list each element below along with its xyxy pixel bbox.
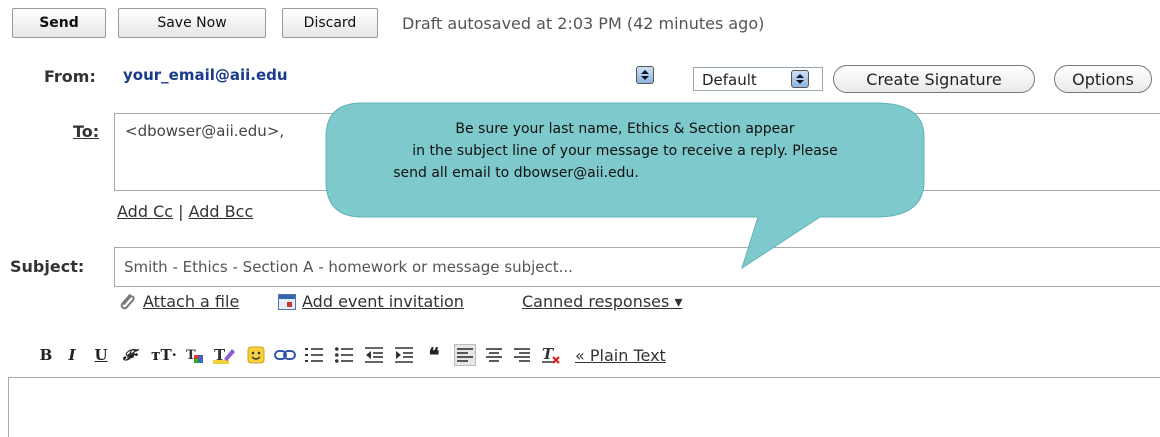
emoticon-icon[interactable] bbox=[246, 345, 266, 365]
cc-bcc-links: Add Cc | Add Bcc bbox=[117, 202, 253, 221]
add-event-invitation-link[interactable]: Add event invitation bbox=[302, 292, 464, 311]
text-color-icon[interactable]: T bbox=[184, 345, 206, 365]
align-right-icon[interactable] bbox=[512, 345, 532, 365]
subject-label: Subject: bbox=[10, 257, 85, 276]
numbered-list-icon[interactable] bbox=[304, 345, 324, 365]
calendar-icon bbox=[278, 294, 296, 310]
signature-select-value: Default bbox=[702, 71, 757, 89]
instruction-callout: Be sure your last name, Ethics & Section… bbox=[300, 90, 960, 290]
bold-button[interactable]: B bbox=[38, 345, 54, 365]
to-label[interactable]: To: bbox=[73, 122, 99, 141]
plain-text-link[interactable]: « Plain Text bbox=[575, 346, 666, 365]
link-icon[interactable] bbox=[274, 345, 296, 365]
indent-icon[interactable] bbox=[394, 345, 414, 365]
callout-line-1: Be sure your last name, Ethics & Section… bbox=[455, 121, 795, 137]
callout-line-3: send all email to dbowser@aii.edu. bbox=[393, 165, 639, 181]
save-now-button[interactable]: Save Now bbox=[118, 8, 266, 38]
create-signature-button[interactable]: Create Signature bbox=[833, 65, 1035, 93]
quote-icon[interactable]: ❝ bbox=[424, 343, 444, 367]
bulleted-list-icon[interactable] bbox=[334, 345, 354, 365]
cc-bcc-separator: | bbox=[178, 202, 184, 221]
svg-text:T: T bbox=[542, 345, 555, 363]
remove-formatting-icon[interactable]: T bbox=[540, 345, 562, 365]
align-center-icon[interactable] bbox=[484, 345, 504, 365]
from-value: your_email@aii.edu bbox=[123, 66, 288, 84]
signature-select-arrows-icon[interactable] bbox=[791, 70, 809, 88]
from-select-arrows-icon[interactable] bbox=[636, 66, 654, 84]
autosave-status: Draft autosaved at 2:03 PM (42 minutes a… bbox=[402, 14, 765, 33]
signature-select[interactable]: Default bbox=[693, 67, 823, 91]
add-bcc-link[interactable]: Add Bcc bbox=[189, 202, 254, 221]
canned-responses-menu[interactable]: Canned responses ▾ bbox=[522, 292, 682, 311]
options-button[interactable]: Options bbox=[1054, 65, 1152, 93]
to-value: <dbowser@aii.edu>, bbox=[125, 122, 285, 140]
paperclip-icon bbox=[116, 291, 138, 313]
outdent-icon[interactable] bbox=[364, 345, 384, 365]
font-size-button[interactable]: тT· bbox=[150, 345, 178, 365]
discard-button[interactable]: Discard bbox=[282, 8, 378, 38]
highlight-color-icon[interactable]: T bbox=[212, 345, 236, 365]
attach-file-link[interactable]: Attach a file bbox=[143, 292, 239, 311]
from-label: From: bbox=[44, 67, 96, 86]
message-body-editor[interactable] bbox=[8, 377, 1160, 437]
italic-button[interactable]: I bbox=[64, 345, 80, 365]
font-button[interactable]: 𝓕· bbox=[118, 345, 144, 365]
from-select[interactable]: your_email@aii.edu bbox=[113, 62, 663, 90]
callout-line-2: in the subject line of your message to r… bbox=[412, 143, 838, 159]
send-button[interactable]: Send bbox=[12, 8, 106, 38]
align-left-icon[interactable] bbox=[454, 344, 476, 366]
add-cc-link[interactable]: Add Cc bbox=[117, 202, 173, 221]
underline-button[interactable]: U bbox=[93, 345, 109, 365]
